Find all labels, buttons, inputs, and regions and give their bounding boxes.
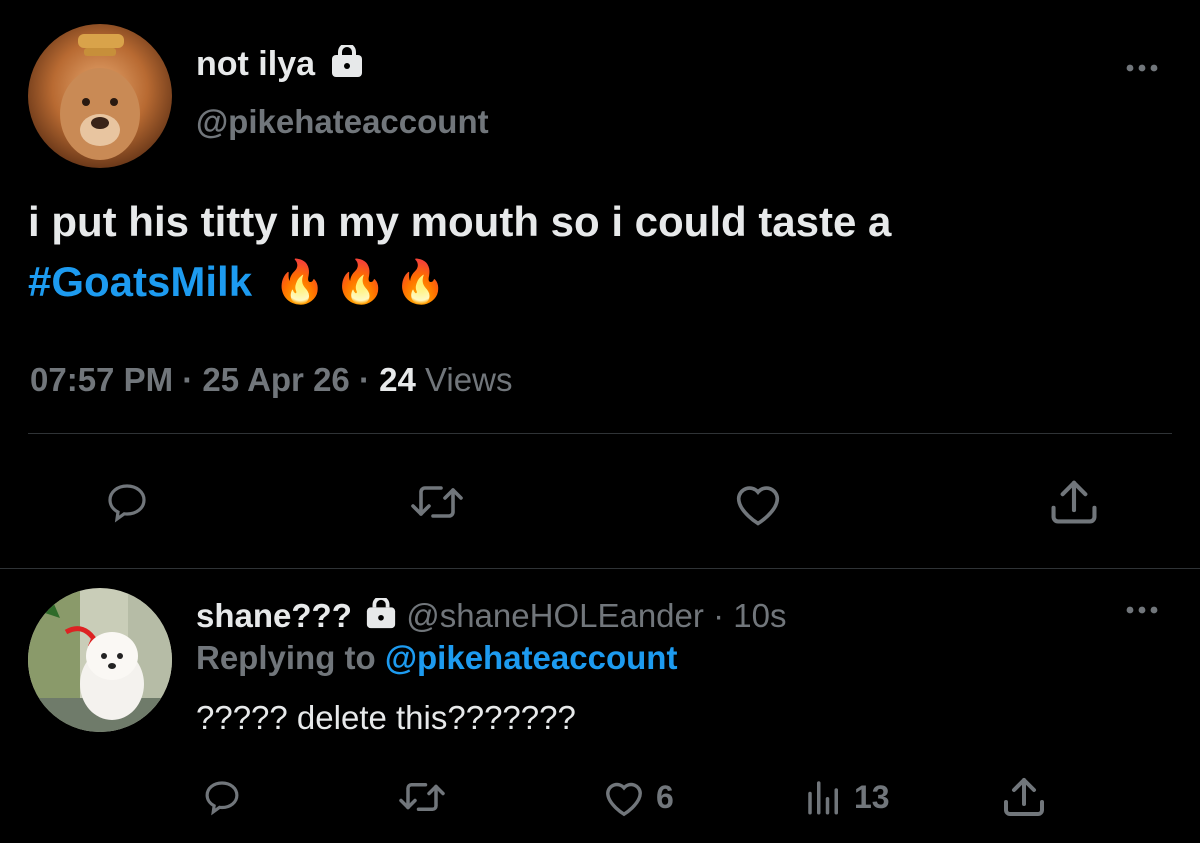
share-icon bbox=[1051, 480, 1097, 524]
main-tweet: not ilya @pikehateaccount i put his titt… bbox=[0, 0, 1200, 570]
share-icon bbox=[1004, 778, 1044, 816]
reply-button[interactable] bbox=[102, 478, 152, 526]
meta-separator: · bbox=[182, 361, 194, 398]
share-button[interactable] bbox=[1046, 476, 1102, 526]
heart-icon bbox=[736, 486, 780, 526]
more-icon[interactable] bbox=[1124, 58, 1160, 83]
main-display-name[interactable]: not ilya bbox=[196, 42, 364, 88]
views-button[interactable]: 13 bbox=[802, 776, 890, 818]
retweet-button[interactable] bbox=[408, 478, 466, 526]
tweet-text-line1: i put his titty in my mouth so i could t… bbox=[28, 198, 892, 245]
reply-header: shane??? @shaneHOLEander · 10s bbox=[196, 595, 786, 639]
meta-separator: · bbox=[358, 361, 370, 398]
replying-to: Replying to @pikehateaccount bbox=[196, 638, 677, 678]
views-label: Views bbox=[425, 361, 513, 398]
analytics-icon bbox=[808, 781, 838, 815]
share-button[interactable] bbox=[1000, 774, 1048, 818]
hashtag-link[interactable]: #GoatsMilk bbox=[28, 258, 252, 305]
more-icon[interactable] bbox=[1124, 600, 1160, 625]
like-button[interactable]: 6 bbox=[600, 776, 674, 818]
reply-display-name[interactable]: shane??? bbox=[196, 597, 352, 634]
lock-icon bbox=[330, 42, 364, 88]
reply-handle[interactable]: @shaneHOLEander bbox=[406, 597, 704, 634]
tweet-time[interactable]: 07:57 PM bbox=[30, 361, 173, 398]
reply-views-count: 13 bbox=[854, 778, 890, 815]
heart-icon bbox=[606, 782, 642, 817]
reply-icon bbox=[205, 781, 239, 816]
section-divider bbox=[0, 568, 1200, 569]
reply-text: ????? delete this??????? bbox=[196, 699, 576, 736]
retweet-button[interactable] bbox=[396, 776, 448, 818]
views-count[interactable]: 24 bbox=[379, 361, 416, 398]
divider bbox=[28, 433, 1172, 434]
reply-avatar[interactable] bbox=[28, 588, 172, 732]
retweet-icon bbox=[411, 486, 463, 518]
replying-handle-link[interactable]: @pikehateaccount bbox=[385, 639, 678, 676]
lock-icon bbox=[365, 595, 397, 639]
white-dog-avatar-image bbox=[28, 588, 172, 732]
like-button[interactable] bbox=[730, 478, 786, 528]
main-handle[interactable]: @pikehateaccount bbox=[196, 102, 489, 142]
fire-emojis: 🔥🔥🔥 bbox=[273, 258, 455, 305]
replying-prefix: Replying to bbox=[196, 639, 376, 676]
dog-avatar-image bbox=[28, 24, 172, 168]
tweet-text-line2: #GoatsMilk 🔥🔥🔥 bbox=[28, 252, 1178, 312]
main-avatar[interactable] bbox=[28, 24, 172, 168]
tweet-date[interactable]: 25 Apr 26 bbox=[202, 361, 349, 398]
reply-tweet: shane??? @shaneHOLEander · 10s Replying … bbox=[0, 570, 1200, 843]
like-count: 6 bbox=[656, 778, 674, 815]
retweet-icon bbox=[399, 783, 445, 811]
main-display-name-text: not ilya bbox=[196, 45, 316, 83]
reply-icon bbox=[108, 484, 146, 523]
reply-age[interactable]: 10s bbox=[733, 597, 786, 634]
tweet-text: i put his titty in my mouth so i could t… bbox=[28, 192, 1178, 312]
tweet-meta: 07:57 PM · 25 Apr 26 · 24 Views bbox=[30, 360, 512, 400]
reply-separator: · bbox=[713, 597, 725, 634]
reply-button[interactable] bbox=[200, 776, 244, 818]
